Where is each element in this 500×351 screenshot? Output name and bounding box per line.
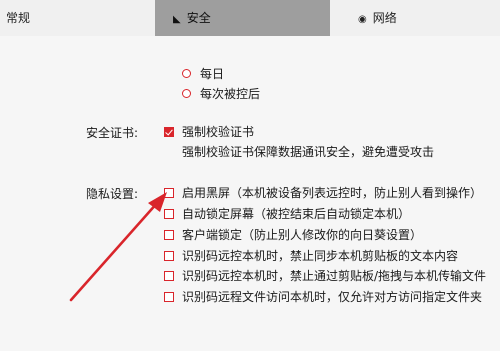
radio-circle-icon[interactable] xyxy=(182,89,191,98)
shield-icon: ◣ xyxy=(173,14,181,25)
checkbox-checked-icon[interactable] xyxy=(164,127,174,137)
tab-security[interactable]: ◣ 安全 xyxy=(155,0,330,36)
tab-network-label: 网络 xyxy=(372,11,397,25)
checkbox-icon[interactable] xyxy=(164,188,174,198)
tab-bar: 常规 ◣ 安全 ◉ 网络 xyxy=(0,0,500,36)
privacy-section-label: 隐私设置: xyxy=(86,187,139,201)
privacy-option-label: 自动锁定屏幕（被控结束后自动锁定本机） xyxy=(182,207,411,221)
checkbox-icon[interactable] xyxy=(164,292,174,302)
tab-general[interactable]: 常规 xyxy=(0,0,155,36)
certificate-description: 强制校验证书保障数据通讯安全，避免遭受攻击 xyxy=(182,145,435,159)
globe-icon: ◉ xyxy=(358,14,367,25)
privacy-option-label: 识别码远程文件访问本机时，仅允许对方访问指定文件夹 xyxy=(182,290,483,304)
radio-each-control-label: 每次被控后 xyxy=(200,87,261,101)
radio-circle-icon[interactable] xyxy=(182,69,191,78)
radio-daily-label: 每日 xyxy=(200,67,225,81)
tab-general-label: 常规 xyxy=(6,11,31,25)
checkbox-icon[interactable] xyxy=(164,209,174,219)
certificate-section-label: 安全证书: xyxy=(86,126,139,140)
force-verify-cert-label: 强制校验证书 xyxy=(182,125,255,139)
privacy-option-label: 识别码远控本机时，禁止同步本机剪贴板的文本内容 xyxy=(182,249,459,263)
tab-security-label: 安全 xyxy=(186,11,211,25)
checkbox-icon[interactable] xyxy=(164,251,174,261)
privacy-option-label: 启用黑屏（本机被设备列表远控时，防止别人看到操作） xyxy=(182,186,483,200)
privacy-option-label: 识别码远控本机时，禁止通过剪贴板/拖拽与本机传输文件 xyxy=(182,269,487,283)
checkbox-icon[interactable] xyxy=(164,271,174,281)
checkbox-icon[interactable] xyxy=(164,230,174,240)
privacy-option-label: 客户端锁定（防止别人修改你的向日葵设置） xyxy=(182,228,423,242)
tab-network[interactable]: ◉ 网络 xyxy=(330,0,500,36)
